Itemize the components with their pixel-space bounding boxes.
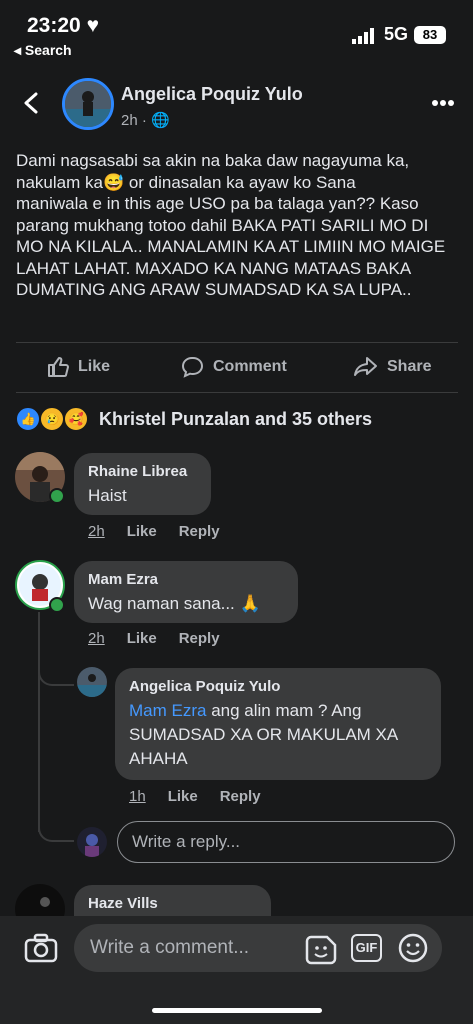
care-reaction-icon: 🥰	[63, 406, 89, 432]
sweat-smile-emoji: 😅	[102, 172, 125, 192]
signal-icon	[352, 28, 374, 44]
divider	[16, 342, 458, 343]
comment-actions: 2h Like Reply	[88, 523, 220, 540]
more-options-icon[interactable]	[432, 100, 454, 106]
reply-input[interactable]: Write a reply...	[117, 821, 455, 863]
comment-time[interactable]: 2h	[88, 630, 105, 647]
commenter-name[interactable]: Haze Vills	[88, 895, 257, 912]
comment-text: Haist	[88, 486, 127, 505]
reply-author-avatar[interactable]	[77, 667, 107, 697]
online-indicator	[49, 488, 65, 504]
comment-button[interactable]: Comment	[181, 355, 287, 379]
back-to-search-link[interactable]: ◂ Search	[14, 42, 72, 59]
reply-actions: 1h Like Reply	[129, 788, 261, 805]
battery-icon: 83	[414, 26, 446, 44]
back-arrow-icon[interactable]	[20, 92, 42, 114]
reactors-text[interactable]: Khristel Punzalan and 35 others	[99, 409, 372, 430]
reactions-summary[interactable]: 👍 😢 🥰 Khristel Punzalan and 35 others	[15, 406, 372, 432]
status-time: 23:20 ♥	[27, 14, 100, 37]
like-reaction-icon: 👍	[15, 406, 41, 432]
thread-connector	[38, 660, 74, 686]
post-author-name[interactable]: Angelica Poquiz Yulo	[121, 84, 303, 105]
comment-like-button[interactable]: Like	[127, 630, 157, 647]
reply-time[interactable]: 1h	[129, 788, 146, 805]
comment-text: Wag naman sana... 🙏	[88, 594, 261, 613]
thread-line	[38, 612, 40, 832]
post-body: Dami nagsasabi sa akin na baka daw nagay…	[16, 151, 446, 299]
camera-icon[interactable]	[24, 933, 58, 963]
online-indicator	[49, 597, 65, 613]
sticker-icon[interactable]	[305, 933, 337, 965]
globe-icon: 🌐	[151, 112, 170, 129]
user-avatar	[77, 827, 107, 857]
heart-icon: ♥	[86, 14, 100, 37]
comment-bubble[interactable]: Rhaine Librea Haist	[74, 453, 211, 515]
divider	[16, 392, 458, 393]
reply-reply-button[interactable]: Reply	[220, 788, 261, 805]
author-avatar[interactable]	[62, 78, 114, 130]
comment-input[interactable]: Write a comment...	[74, 924, 442, 972]
reply-bubble[interactable]: Angelica Poquiz Yulo Mam Ezra ang alin m…	[115, 668, 441, 780]
emoji-icon[interactable]	[398, 933, 428, 963]
gif-button[interactable]: GIF	[351, 934, 382, 962]
share-arrow-icon	[354, 357, 377, 376]
comment-reply-button[interactable]: Reply	[179, 523, 220, 540]
reply-like-button[interactable]: Like	[168, 788, 198, 805]
network-label: 5G	[384, 24, 409, 44]
comment-actions: 2h Like Reply	[88, 630, 220, 647]
thumbs-up-icon	[48, 357, 69, 377]
comment-bubble-icon	[181, 357, 204, 378]
commenter-name[interactable]: Mam Ezra	[88, 571, 284, 588]
comment-like-button[interactable]: Like	[127, 523, 157, 540]
commenter-name[interactable]: Rhaine Librea	[88, 463, 197, 480]
mention-link[interactable]: Mam Ezra	[129, 701, 206, 720]
like-button[interactable]: Like	[46, 355, 110, 379]
reply-author-name[interactable]: Angelica Poquiz Yulo	[129, 678, 427, 695]
reply-text: Mam Ezra ang alin mam ? Ang SUMADSAD XA …	[129, 701, 398, 768]
post-timestamp: 2h · 🌐	[121, 112, 170, 129]
thread-connector	[38, 816, 74, 842]
share-button[interactable]: Share	[353, 355, 431, 379]
comment-time[interactable]: 2h	[88, 523, 105, 540]
comment-reply-button[interactable]: Reply	[179, 630, 220, 647]
sad-reaction-icon: 😢	[39, 406, 65, 432]
home-indicator	[152, 1008, 322, 1013]
comment-bubble[interactable]: Mam Ezra Wag naman sana... 🙏	[74, 561, 298, 623]
